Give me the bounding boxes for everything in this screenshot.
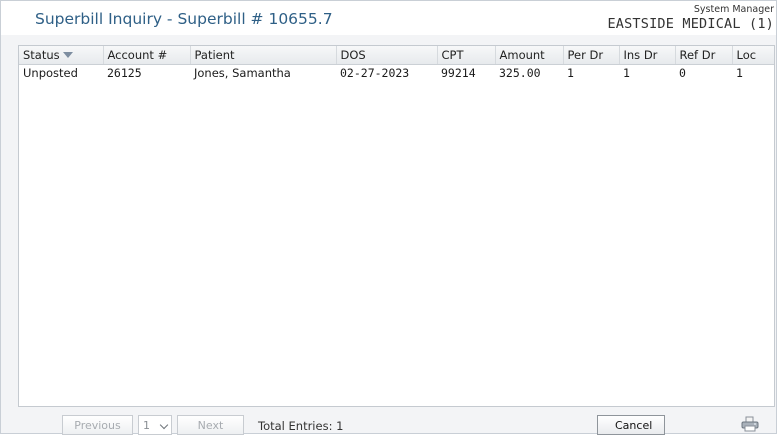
pagination-footer: Previous 1 Next Total Entries: 1 Cancel xyxy=(1,409,776,435)
column-header-account[interactable]: Account # xyxy=(103,46,191,65)
column-header-loc[interactable]: Loc xyxy=(732,46,774,65)
column-header-ins-dr[interactable]: Ins Dr xyxy=(619,46,676,65)
column-header-amount[interactable]: Amount xyxy=(495,46,564,65)
cell-account: 26125 xyxy=(107,66,142,81)
column-header-ref-dr[interactable]: Ref Dr xyxy=(675,46,733,65)
user-role-label: System Manager xyxy=(693,4,774,15)
superbill-table: Status Account # Patient DOS CPT Amount … xyxy=(18,45,775,407)
previous-button[interactable]: Previous xyxy=(62,415,133,435)
table-header-row: Status Account # Patient DOS CPT Amount … xyxy=(19,46,774,65)
superbill-inquiry-window: Superbill Inquiry - Superbill # 10655.7 … xyxy=(0,0,777,435)
header-bar: Superbill Inquiry - Superbill # 10655.7 … xyxy=(1,1,776,35)
next-button[interactable]: Next xyxy=(177,415,244,435)
column-header-per-dr[interactable]: Per Dr xyxy=(563,46,620,65)
column-header-status[interactable]: Status xyxy=(19,46,104,65)
cell-amount: 325.00 xyxy=(499,66,541,81)
cell-ref-dr: 0 xyxy=(679,66,686,81)
total-entries: Total Entries: 1 xyxy=(258,419,344,433)
page-title: Superbill Inquiry - Superbill # 10655.7 xyxy=(35,10,333,28)
column-header-dos[interactable]: DOS xyxy=(336,46,438,65)
cell-status: Unposted xyxy=(23,66,78,81)
cell-dos: 02-27-2023 xyxy=(340,66,410,81)
chevron-down-icon xyxy=(159,420,169,430)
organization-label: EASTSIDE MEDICAL (1) xyxy=(607,16,774,32)
printer-icon[interactable] xyxy=(741,416,759,432)
sort-descending-icon xyxy=(62,51,73,58)
cell-per-dr: 1 xyxy=(567,66,574,81)
cell-patient: Jones, Samantha xyxy=(194,66,291,81)
cell-ins-dr: 1 xyxy=(623,66,630,81)
page-select[interactable]: 1 xyxy=(138,415,172,435)
table-row[interactable]: Unposted 26125 Jones, Samantha 02-27-202… xyxy=(19,64,774,82)
cell-loc: 1 xyxy=(736,66,743,81)
cancel-button[interactable]: Cancel xyxy=(597,415,665,435)
cell-cpt: 99214 xyxy=(441,66,476,81)
column-header-cpt[interactable]: CPT xyxy=(437,46,496,65)
page-select-value: 1 xyxy=(143,418,150,432)
column-header-patient[interactable]: Patient xyxy=(190,46,337,65)
